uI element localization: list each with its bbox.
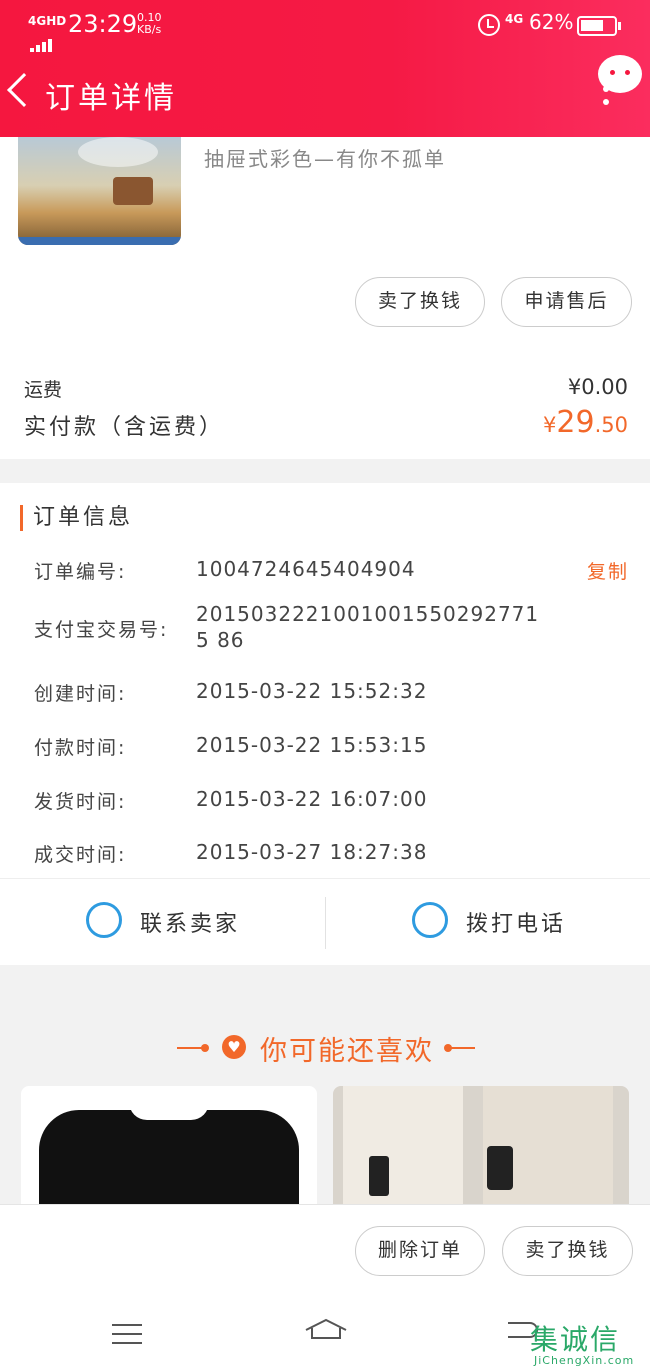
product-description[interactable]: 抽屉式彩色—有你不孤单 (204, 143, 446, 172)
paid-time-label: 付款时间: (34, 737, 127, 759)
battery-percent: 62% (529, 10, 574, 34)
bag-icon (369, 1156, 389, 1196)
watermark-sub: JiChengXin.com (534, 1354, 635, 1367)
watermark: 集诚信 JiChengXin.com (530, 1318, 646, 1368)
bottom-action-bar: 删除订单 卖了换钱 (0, 1204, 650, 1296)
contact-seller-label: 联系卖家 (140, 912, 241, 937)
home-icon[interactable] (304, 1318, 348, 1340)
product-section: 抽屉式彩色—有你不孤单 卖了换钱 申请售后 运费 ¥0.00 实付款（含运费） … (0, 137, 650, 459)
order-number-value: 1004724645404904 (196, 557, 416, 581)
page-title: 订单详情 (45, 81, 177, 116)
order-info-section: 订单信息 订单编号: 1004724645404904 复制 支付宝交易号: 2… (0, 483, 650, 965)
call-phone-button[interactable]: 拨打电话 (326, 879, 650, 966)
recommend-item-pants[interactable] (333, 1086, 629, 1207)
menu-icon[interactable] (112, 1324, 142, 1351)
net-speed-unit: KB/s (137, 23, 162, 36)
sell-for-cash-bottom-button[interactable]: 卖了换钱 (502, 1226, 633, 1276)
net-speed: 0.10 KB/s (137, 12, 162, 36)
created-time-label: 创建时间: (34, 683, 127, 705)
sell-for-cash-button[interactable]: 卖了换钱 (355, 277, 485, 327)
paid-label: 实付款（含运费） (24, 415, 225, 440)
contact-seller-button[interactable]: 联系卖家 (0, 879, 325, 966)
smile-chat-icon (86, 902, 122, 938)
clock: 23:29 (68, 10, 138, 38)
recommend-section: ♥ 你可能还喜欢 (0, 1017, 650, 1207)
alarm-icon (478, 14, 500, 36)
paid-time-value: 2015-03-22 15:53:15 (196, 733, 428, 757)
order-info-title: 订单信息 (20, 505, 133, 531)
signal-type: 4GHD (28, 14, 67, 28)
phone-icon (412, 902, 448, 938)
product-image (343, 1086, 463, 1207)
shipped-time-value: 2015-03-22 16:07:00 (196, 787, 428, 811)
top-bar: 4GHD 23:29 0.10 KB/s 4G 62% 订单详情 (0, 0, 650, 137)
order-number-label: 订单编号: (34, 561, 127, 583)
watermark-main: 集诚信 (530, 1323, 621, 1356)
title-line-right (447, 1047, 475, 1049)
shipping-value: ¥0.00 (567, 375, 628, 399)
deal-time-label: 成交时间: (34, 844, 127, 866)
shipping-label: 运费 (24, 379, 63, 401)
recommend-item-shirt[interactable] (21, 1086, 317, 1207)
alipay-trade-label: 支付宝交易号: (34, 619, 169, 641)
battery-icon (577, 16, 621, 36)
status-bar: 4GHD 23:29 0.10 KB/s 4G 62% (0, 8, 650, 52)
call-phone-label: 拨打电话 (466, 912, 567, 937)
signal-icon (30, 28, 54, 52)
after-sales-button[interactable]: 申请售后 (501, 277, 632, 327)
delete-order-button[interactable]: 删除订单 (355, 1226, 485, 1276)
product-image[interactable] (18, 137, 181, 245)
shipped-time-label: 发货时间: (34, 791, 127, 813)
deal-time-value: 2015-03-27 18:27:38 (196, 840, 428, 864)
alipay-trade-value: 20150322210010015502927715 86 (196, 602, 540, 652)
network-type: 4G (505, 12, 524, 26)
created-time-value: 2015-03-22 15:52:32 (196, 679, 428, 703)
paid-amount: ¥29.50 (543, 405, 628, 440)
product-image (39, 1110, 299, 1207)
recommend-title: 你可能还喜欢 (260, 1036, 434, 1067)
contact-bar: 联系卖家 拨打电话 (0, 878, 650, 965)
back-icon[interactable] (7, 73, 41, 107)
more-icon[interactable] (603, 86, 609, 112)
copy-button[interactable]: 复制 (587, 557, 629, 584)
